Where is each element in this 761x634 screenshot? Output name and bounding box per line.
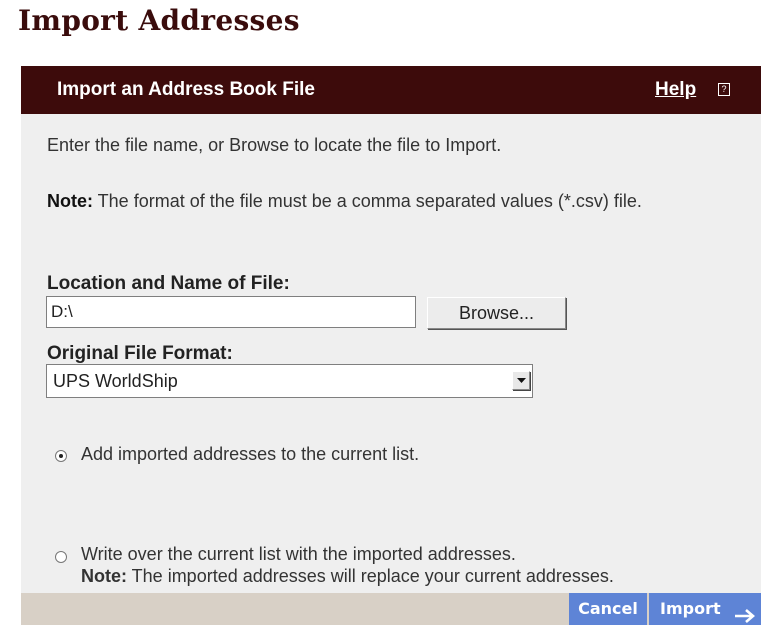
file-format-label: Original File Format: xyxy=(47,343,233,364)
page-title: Import Addresses xyxy=(18,4,300,37)
note-label: Note: xyxy=(47,191,93,211)
cancel-button[interactable]: Cancel xyxy=(569,593,647,625)
file-path-input[interactable] xyxy=(46,296,416,328)
note-text: The format of the file must be a comma s… xyxy=(93,191,642,211)
help-link[interactable]: Help xyxy=(655,79,696,101)
overwrite-addresses-label[interactable]: Write over the current list with the imp… xyxy=(81,543,701,587)
dropdown-arrow-icon[interactable] xyxy=(512,371,530,390)
question-box-icon[interactable]: ? xyxy=(718,83,730,96)
instructions-text: Enter the file name, or Browse to locate… xyxy=(47,135,502,155)
action-bar: Cancel Import xyxy=(21,593,761,625)
overwrite-addresses-radio[interactable] xyxy=(55,551,67,563)
overwrite-option-text: Write over the current list with the imp… xyxy=(81,544,516,564)
add-addresses-label[interactable]: Add imported addresses to the current li… xyxy=(81,444,419,465)
panel-title: Import an Address Book File xyxy=(57,79,315,100)
panel-header: Import an Address Book File Help ? xyxy=(21,66,761,114)
browse-button[interactable]: Browse... xyxy=(427,297,566,329)
format-note: Note: The format of the file must be a c… xyxy=(47,190,727,212)
arrow-right-icon xyxy=(734,602,756,634)
import-button[interactable]: Import xyxy=(649,593,761,625)
file-format-select[interactable]: UPS WorldShip xyxy=(46,364,533,398)
add-addresses-radio[interactable] xyxy=(55,450,67,462)
import-panel: Import an Address Book File Help ? Enter… xyxy=(21,66,761,625)
import-button-label: Import xyxy=(660,599,721,618)
file-location-label: Location and Name of File: xyxy=(47,273,290,294)
overwrite-note-label: Note: xyxy=(81,566,127,586)
file-format-value: UPS WorldShip xyxy=(53,371,178,391)
overwrite-note-text: The imported addresses will replace your… xyxy=(127,566,614,586)
